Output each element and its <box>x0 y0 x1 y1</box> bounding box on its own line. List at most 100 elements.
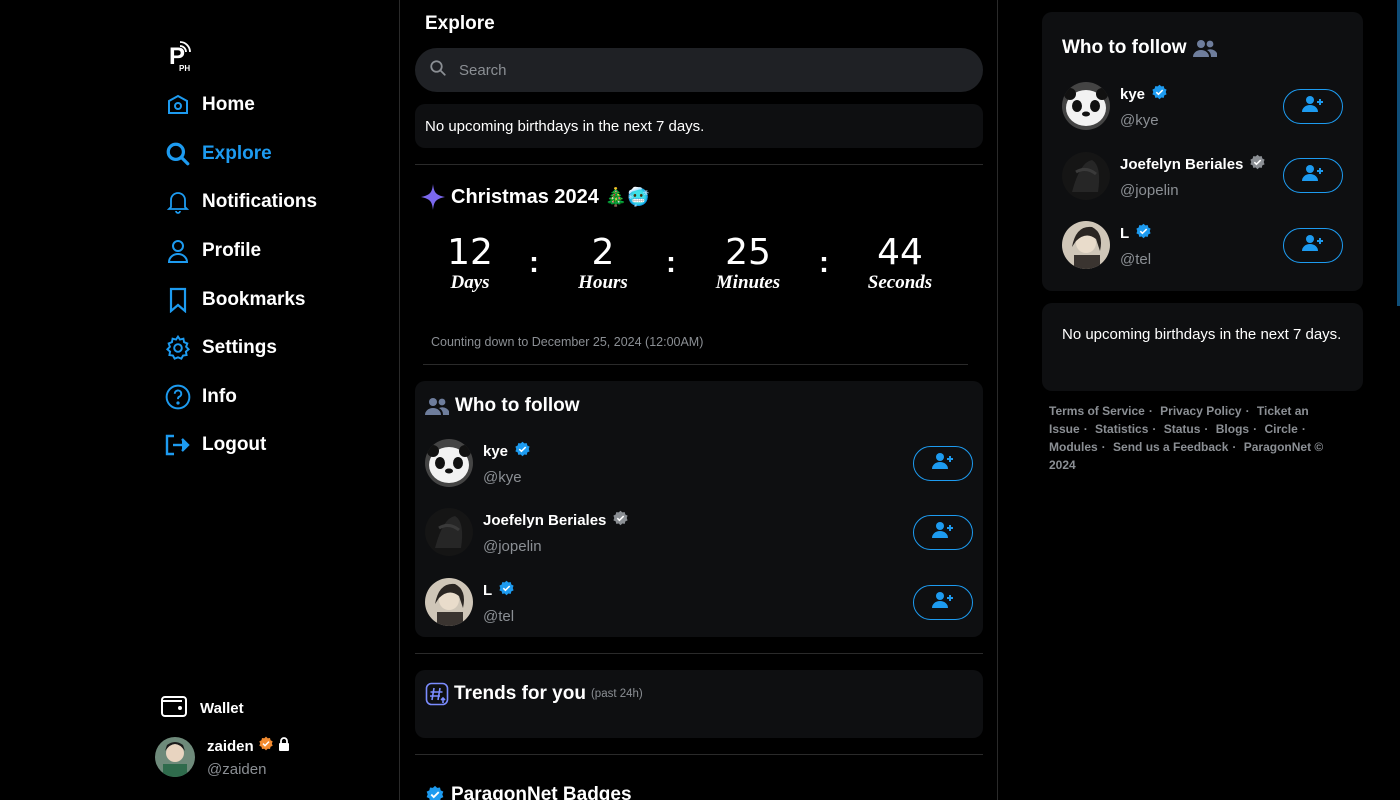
user-handle: @tel <box>1120 250 1152 268</box>
divider <box>423 364 968 365</box>
search-icon <box>429 59 447 82</box>
follow-suggestion-kye[interactable]: kye @kye <box>1062 82 1168 130</box>
nav-item-bookmarks[interactable]: Bookmarks <box>164 275 317 324</box>
user-name: kye <box>1120 85 1146 103</box>
nav-item-explore[interactable]: Explore <box>164 130 317 179</box>
birthday-text: No upcoming birthdays in the next 7 days… <box>1062 326 1342 343</box>
countdown-title-text: Christmas 2024 <box>451 185 599 208</box>
who-to-follow-card: Who to follow kye @kye Joefelyn Beriales… <box>415 381 983 637</box>
app-logo[interactable]: P PH <box>168 40 194 73</box>
follow-button[interactable] <box>1283 158 1343 193</box>
footer-separator: · <box>1083 422 1088 436</box>
nav-label: Notifications <box>202 191 318 213</box>
user-handle: @kye <box>483 468 522 486</box>
nav-label: Explore <box>202 142 272 164</box>
footer-separator: · <box>1101 440 1106 454</box>
birthday-text: No upcoming birthdays in the next 7 days… <box>425 117 705 135</box>
home-icon <box>164 91 192 119</box>
avatar <box>155 737 195 777</box>
verified-badge-icon <box>498 580 515 601</box>
search-bar[interactable] <box>415 48 983 92</box>
user-handle: @jopelin <box>1120 181 1179 199</box>
footer-link-circle[interactable]: Circle <box>1264 422 1297 436</box>
trends-subtitle: (past 24h) <box>590 688 643 700</box>
nav-label: Info <box>202 385 237 407</box>
divider <box>415 754 983 755</box>
follow-button[interactable] <box>913 585 973 620</box>
who-to-follow-title: Who to follow <box>425 395 580 417</box>
footer-link-privacy[interactable]: Privacy Policy <box>1160 404 1241 418</box>
follow-user-name-row: kye <box>1120 84 1168 105</box>
countdown-seconds-label: Seconds <box>867 272 933 293</box>
user-name: Joefelyn Beriales <box>483 511 607 529</box>
user-plus-icon <box>932 521 954 544</box>
avatar <box>425 508 473 556</box>
trends-title: Trends for you (past 24h) <box>425 682 643 706</box>
main-column: Explore No upcoming birthdays in the nex… <box>400 0 998 800</box>
countdown-separator: : <box>529 246 539 279</box>
follow-button[interactable] <box>913 446 973 481</box>
follow-suggestion-jopelin[interactable]: Joefelyn Beriales @jopelin <box>1062 152 1266 200</box>
footer-link-statistics[interactable]: Statistics <box>1095 422 1148 436</box>
nav-item-profile[interactable]: Profile <box>164 227 317 276</box>
follow-button[interactable] <box>1283 228 1343 263</box>
logout-icon <box>164 431 192 459</box>
who-to-follow-title: Who to follow <box>1062 37 1217 59</box>
avatar <box>425 578 473 626</box>
follow-suggestion-tel[interactable]: L @tel <box>1062 221 1152 269</box>
follow-user-name-row: Joefelyn Beriales <box>483 510 629 531</box>
footer-separator: · <box>1245 404 1250 418</box>
footer-separator: · <box>1148 404 1153 418</box>
avatar <box>425 439 473 487</box>
verified-badge-icon <box>258 736 274 756</box>
nav-item-info[interactable]: Info <box>164 373 317 422</box>
countdown-hours-value: 2 <box>591 232 615 273</box>
main-nav: Home Explore Notifications Profile Bookm… <box>164 81 317 470</box>
follow-user-name-row: Joefelyn Beriales <box>1120 154 1266 175</box>
footer-separator: · <box>1152 422 1157 436</box>
lock-icon <box>278 737 290 755</box>
nav-item-home[interactable]: Home <box>164 81 317 130</box>
birthday-notice: No upcoming birthdays in the next 7 days… <box>415 104 983 148</box>
countdown-separator: : <box>666 246 676 279</box>
user-name: Joefelyn Beriales <box>1120 155 1244 173</box>
nav-item-settings[interactable]: Settings <box>164 324 317 373</box>
divider <box>415 653 983 654</box>
user-plus-icon <box>1302 234 1324 257</box>
user-plus-icon <box>1302 95 1324 118</box>
countdown-separator: : <box>819 246 829 279</box>
wallet-button[interactable]: Wallet <box>160 693 244 724</box>
footer-separator: · <box>1253 422 1258 436</box>
footer-link-status[interactable]: Status <box>1164 422 1201 436</box>
footer-link-modules[interactable]: Modules <box>1049 440 1098 454</box>
follow-button[interactable] <box>1283 89 1343 124</box>
user-icon <box>164 237 192 265</box>
hashtag-icon <box>425 682 449 706</box>
svg-text:PH: PH <box>179 64 190 72</box>
footer-link-terms[interactable]: Terms of Service <box>1049 404 1145 418</box>
user-handle: @zaiden <box>207 761 267 778</box>
avatar <box>1062 82 1110 130</box>
follow-suggestion-kye[interactable]: kye @kye <box>425 439 531 487</box>
user-name: kye <box>483 442 509 460</box>
nav-item-logout[interactable]: Logout <box>164 421 317 470</box>
search-input[interactable] <box>459 61 939 79</box>
follow-suggestion-jopelin[interactable]: Joefelyn Beriales @jopelin <box>425 508 629 556</box>
footer-link-feedback[interactable]: Send us a Feedback <box>1113 440 1228 454</box>
user-name: L <box>1120 224 1130 242</box>
right-sidebar: Who to follow kye @kye Joefelyn Beriales… <box>998 0 1400 800</box>
nav-item-notifications[interactable]: Notifications <box>164 178 317 227</box>
users-icon <box>425 396 449 416</box>
follow-button[interactable] <box>913 515 973 550</box>
current-user-card[interactable]: zaiden @zaiden <box>155 736 290 778</box>
countdown-minutes-value: 25 <box>725 232 771 273</box>
bookmark-icon <box>164 286 192 314</box>
user-plus-icon <box>932 591 954 614</box>
badges-title-text: ParagonNet Badges <box>451 784 632 800</box>
divider <box>415 164 983 165</box>
nav-label: Home <box>202 94 255 116</box>
birthday-notice-sidebar: No upcoming birthdays in the next 7 days… <box>1042 303 1363 391</box>
footer-link-blogs[interactable]: Blogs <box>1216 422 1249 436</box>
follow-suggestion-tel[interactable]: L @tel <box>425 578 515 626</box>
avatar <box>1062 221 1110 269</box>
